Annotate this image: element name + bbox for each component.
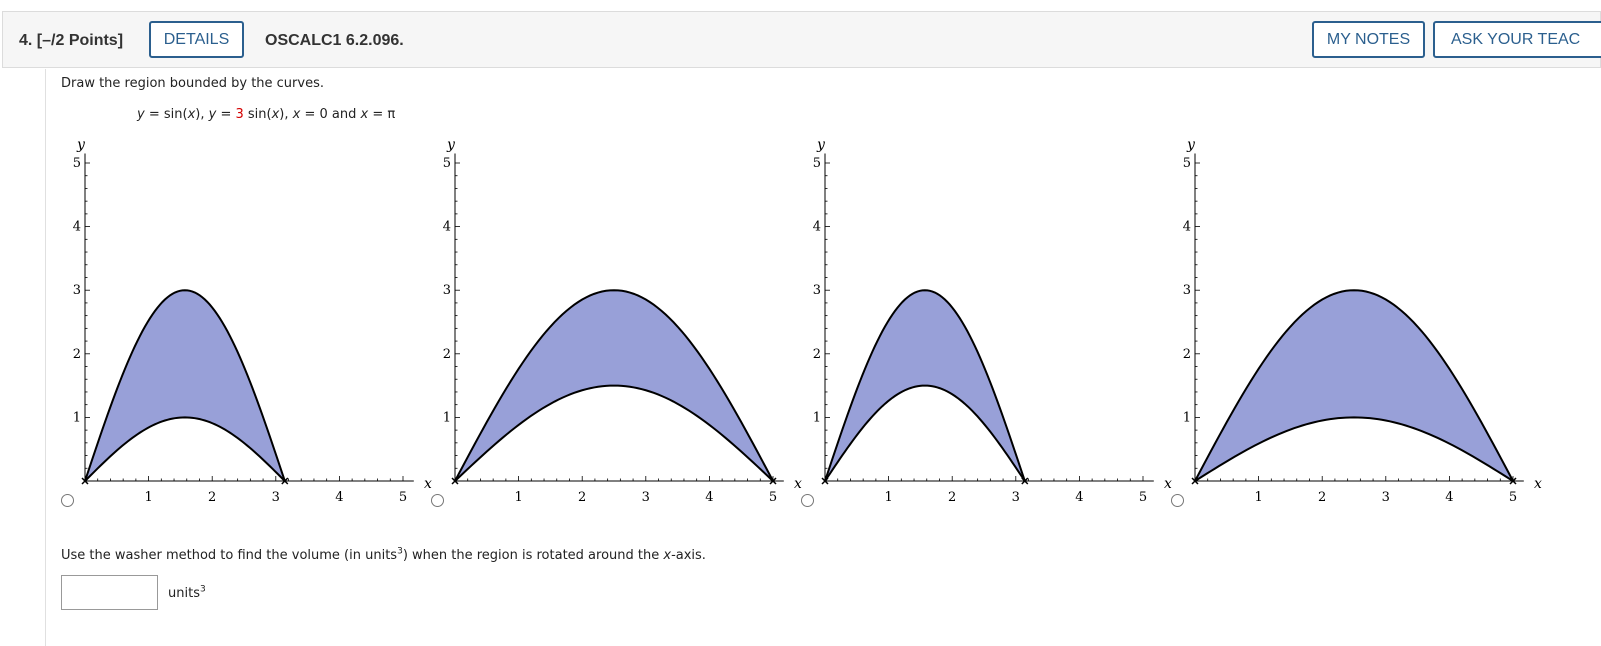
ask-teacher-button[interactable]: ASK YOUR TEAC <box>1433 21 1601 58</box>
y-tick-label: 5 <box>1183 156 1191 171</box>
graph-option-1: 1 2 3 4 5 1 2 3 4 5 x y <box>73 137 432 505</box>
y-axis-label: y <box>446 137 456 153</box>
question-points: 4. [–/2 Points] <box>19 32 124 49</box>
radio-option-1[interactable] <box>61 494 74 507</box>
y-tick-label: 4 <box>73 220 81 235</box>
radio-option-2[interactable] <box>431 494 444 507</box>
graph-option-3: 1 2 3 4 5 1 2 3 4 5 x y <box>813 137 1172 505</box>
y-axis-label: y <box>1186 137 1196 153</box>
question-prompt: Draw the region bounded by the curves. <box>61 76 324 91</box>
x-tick-label: 3 <box>1382 490 1390 505</box>
content-divider <box>45 69 46 646</box>
x-tick-label: 2 <box>948 490 956 505</box>
x-tick-label: 2 <box>1318 490 1326 505</box>
question-header: 4. [–/2 Points] DETAILS OSCALC1 6.2.096.… <box>2 11 1601 68</box>
x-tick-label: 1 <box>144 490 152 505</box>
x-tick-label: 5 <box>399 490 407 505</box>
y-tick-label: 5 <box>443 156 451 171</box>
y-axis-label: y <box>816 137 826 153</box>
y-tick-label: 5 <box>73 156 81 171</box>
radio-option-3[interactable] <box>801 494 814 507</box>
y-tick-label: 2 <box>813 347 821 362</box>
my-notes-button[interactable]: MY NOTES <box>1312 21 1425 58</box>
curve-equations: y = sin(x), y = 3 sin(x), x = 0 and x = … <box>137 107 396 122</box>
x-axis-label: x <box>794 476 802 492</box>
details-button[interactable]: DETAILS <box>149 21 244 58</box>
x-tick-label: 3 <box>1012 490 1020 505</box>
x-tick-label: 5 <box>769 490 777 505</box>
coefficient: 3 <box>235 107 244 122</box>
x-tick-label: 2 <box>578 490 586 505</box>
x-tick-label: 4 <box>1075 490 1083 505</box>
y-tick-label: 2 <box>443 347 451 362</box>
y-tick-label: 3 <box>443 283 451 298</box>
radio-option-4[interactable] <box>1171 494 1184 507</box>
x-tick-label: 2 <box>208 490 216 505</box>
y-tick-label: 2 <box>1183 347 1191 362</box>
x-tick-label: 4 <box>1445 490 1453 505</box>
x-tick-label: 3 <box>642 490 650 505</box>
problem-code: OSCALC1 6.2.096. <box>265 32 404 49</box>
y-tick-label: 1 <box>1183 410 1191 425</box>
y-tick-label: 4 <box>443 220 451 235</box>
washer-question: Use the washer method to find the volume… <box>61 546 706 563</box>
y-tick-label: 5 <box>813 156 821 171</box>
graph-option-4: 1 2 3 4 5 1 2 3 4 5 x y <box>1183 137 1542 505</box>
y-tick-label: 1 <box>443 410 451 425</box>
y-tick-label: 1 <box>73 410 81 425</box>
x-axis-label: x <box>1534 476 1542 492</box>
y-tick-label: 4 <box>1183 220 1191 235</box>
graph-option-2: 1 2 3 4 5 1 2 3 4 5 x y <box>443 137 802 505</box>
y-tick-label: 1 <box>813 410 821 425</box>
x-tick-label: 5 <box>1509 490 1517 505</box>
x-tick-label: 1 <box>1254 490 1262 505</box>
y-tick-label: 2 <box>73 347 81 362</box>
volume-answer-input[interactable] <box>61 575 158 610</box>
y-tick-label: 3 <box>813 283 821 298</box>
x-tick-label: 4 <box>335 490 343 505</box>
x-tick-label: 4 <box>705 490 713 505</box>
y-axis-label: y <box>76 137 86 153</box>
y-tick-label: 3 <box>73 283 81 298</box>
answer-units: units3 <box>168 584 206 601</box>
x-axis-label: x <box>424 476 432 492</box>
x-tick-label: 5 <box>1139 490 1147 505</box>
x-tick-label: 1 <box>884 490 892 505</box>
x-tick-label: 3 <box>272 490 280 505</box>
x-tick-label: 1 <box>514 490 522 505</box>
x-axis-label: x <box>1164 476 1172 492</box>
y-tick-label: 3 <box>1183 283 1191 298</box>
y-tick-label: 4 <box>813 220 821 235</box>
